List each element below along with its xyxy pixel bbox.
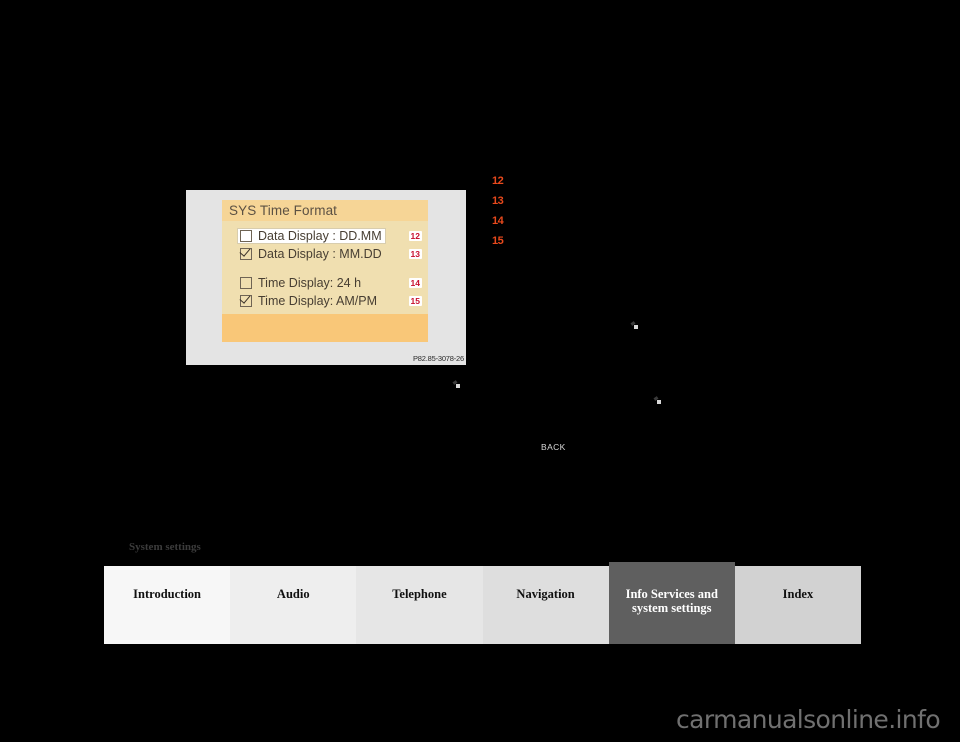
tab-audio[interactable]: Audio <box>230 566 357 644</box>
bullet-dot-icon <box>634 325 638 329</box>
tab-label: Navigation <box>516 587 575 601</box>
mmi-option-label: Data Display : DD.MM <box>258 229 382 243</box>
section-heading: System settings <box>129 541 201 553</box>
callout-number: 14 <box>408 278 422 288</box>
tab-label: Audio <box>276 587 310 601</box>
tab-label: Index <box>782 587 814 601</box>
callout-number: 12 <box>408 231 422 241</box>
mmi-option-label: Data Display : MM.DD <box>258 247 382 261</box>
tab-label: Info Services and system settings <box>625 587 718 615</box>
step-marker: 15 <box>492 235 504 247</box>
checkbox-unchecked-icon[interactable] <box>240 230 252 242</box>
callout-number: 15 <box>408 296 422 306</box>
mmi-option-row[interactable]: Time Display: 24 h 14 <box>222 274 428 292</box>
mmi-display: SYS Time Format Data Display : DD.MM 12 … <box>222 200 428 342</box>
mmi-option-row[interactable]: Data Display : MM.DD 13 <box>222 245 428 263</box>
step-marker: 14 <box>492 215 504 227</box>
tab-info-services-and-system-settings[interactable]: Info Services and system settings <box>608 562 735 644</box>
tab-label: Telephone <box>392 587 447 601</box>
figure-reference-number: P82.85-3078-26 <box>413 354 464 363</box>
tab-telephone[interactable]: Telephone <box>356 566 483 644</box>
figure-mmi-screen: SYS Time Format Data Display : DD.MM 12 … <box>186 190 466 365</box>
step-marker: 12 <box>492 175 504 187</box>
tab-index[interactable]: Index <box>734 566 862 644</box>
mmi-option-label: Time Display: 24 h <box>258 276 362 290</box>
mmi-options-list: Data Display : DD.MM 12 Data Display : M… <box>222 221 428 310</box>
mmi-footer-band <box>222 314 428 342</box>
checkbox-checked-icon[interactable] <box>240 248 252 260</box>
tab-label: Introduction <box>133 587 201 601</box>
tab-introduction[interactable]: Introduction <box>104 566 231 644</box>
mmi-option-label: Time Display: AM/PM <box>258 294 378 308</box>
step-marker-list: 12 13 14 15 <box>492 171 504 251</box>
mmi-title-bar: SYS Time Format <box>222 200 428 221</box>
bullet-dot-icon <box>657 400 661 404</box>
mmi-screen-title: SYS Time Format <box>229 203 338 218</box>
step-marker: 13 <box>492 195 504 207</box>
mmi-option-row[interactable]: Data Display : DD.MM 12 <box>222 227 428 245</box>
watermark: carmanualsonline.info <box>676 705 941 734</box>
checkbox-unchecked-icon[interactable] <box>240 277 252 289</box>
back-button-label[interactable]: BACK <box>541 442 566 452</box>
checkbox-checked-icon[interactable] <box>240 295 252 307</box>
chapter-tab-bar: Introduction Audio Telephone Navigation … <box>104 562 862 644</box>
mmi-options-spacer <box>222 263 428 274</box>
callout-number: 13 <box>408 249 422 259</box>
tab-navigation[interactable]: Navigation <box>482 566 609 644</box>
bullet-dot-icon <box>456 384 460 388</box>
mmi-option-row[interactable]: Time Display: AM/PM 15 <box>222 292 428 310</box>
